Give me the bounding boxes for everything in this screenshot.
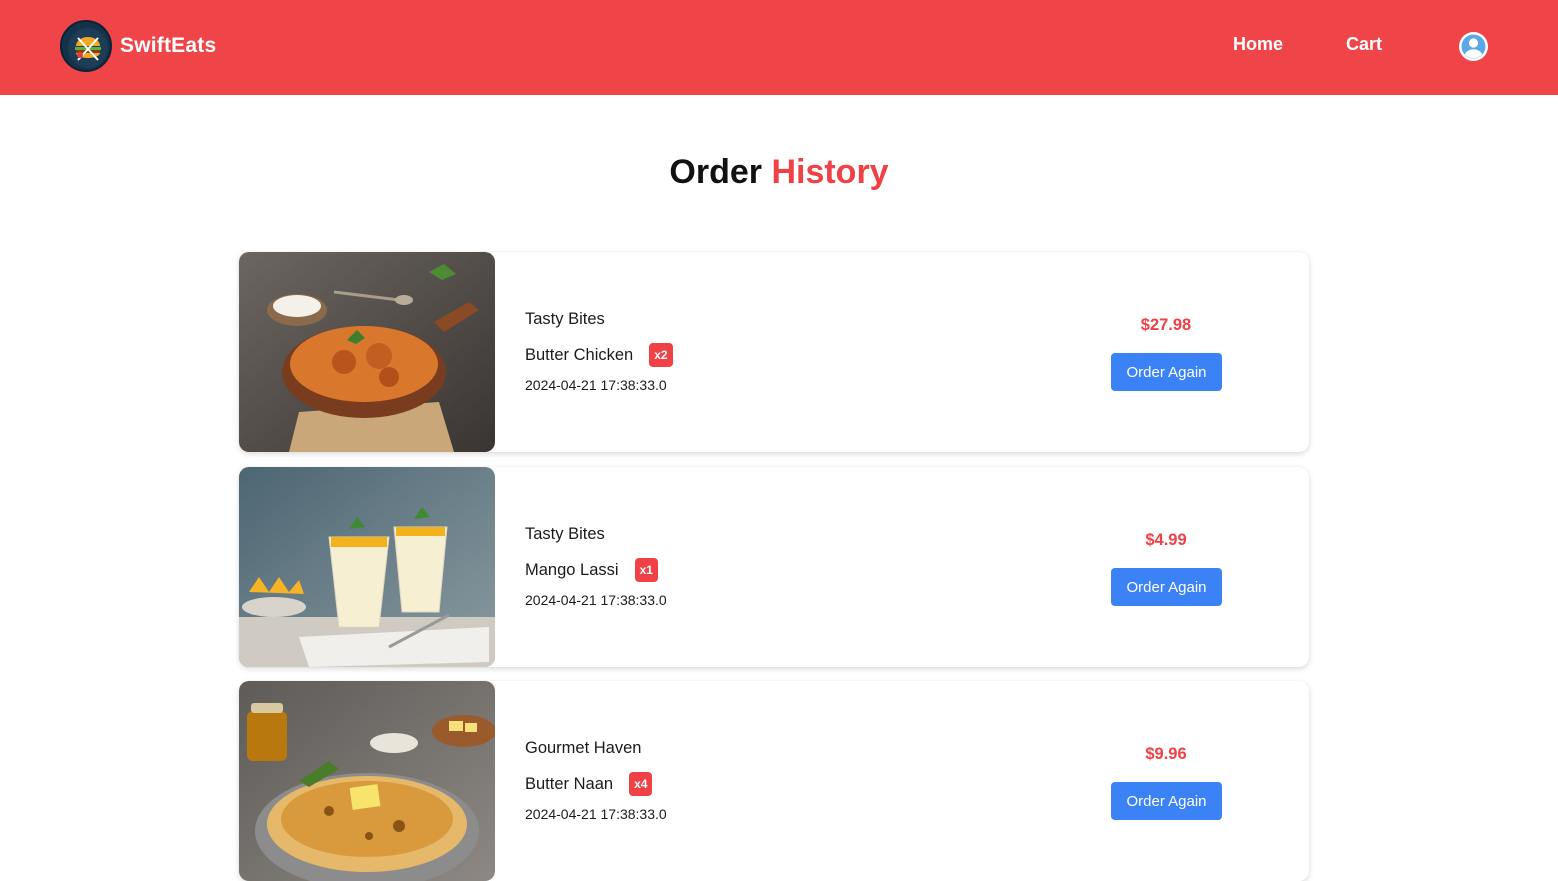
burger-logo-icon — [60, 20, 112, 72]
order-info: Tasty Bites Butter Chicken x2 2024-04-21… — [525, 310, 673, 393]
butter-chicken-photo — [239, 252, 495, 452]
nav-cart-link[interactable]: Cart — [1346, 34, 1382, 55]
user-avatar-icon[interactable] — [1458, 31, 1489, 62]
order-card: Gourmet Haven Butter Naan x4 2024-04-21 … — [239, 681, 1309, 881]
page-title-accent: History — [771, 153, 889, 191]
quantity-badge: x4 — [629, 772, 653, 796]
order-info: Gourmet Haven Butter Naan x4 2024-04-21 … — [525, 739, 667, 822]
brand-link[interactable]: SwiftEats — [60, 20, 216, 72]
item-name: Butter Naan — [525, 774, 614, 793]
top-navbar: SwiftEats Home Cart — [0, 0, 1558, 95]
quantity-badge: x2 — [649, 343, 673, 367]
brand-name: SwiftEats — [120, 34, 217, 57]
quantity-badge: x1 — [634, 558, 658, 582]
restaurant-name: Tasty Bites — [525, 310, 605, 328]
order-date: 2024-04-21 17:38:33.0 — [525, 592, 667, 608]
order-price: $9.96 — [1145, 745, 1187, 763]
item-name: Butter Chicken — [525, 345, 634, 364]
order-card: Tasty Bites Butter Chicken x2 2024-04-21… — [239, 252, 1309, 452]
order-again-button[interactable]: Order Again — [1111, 353, 1222, 391]
butter-naan-photo — [239, 681, 495, 881]
order-date: 2024-04-21 17:38:33.0 — [525, 377, 667, 393]
order-card: Tasty Bites Mango Lassi x1 2024-04-21 17… — [239, 467, 1309, 667]
order-again-button[interactable]: Order Again — [1111, 782, 1222, 820]
restaurant-name: Gourmet Haven — [525, 739, 642, 757]
page-title: Order History — [0, 153, 1558, 192]
order-info: Tasty Bites Mango Lassi x1 2024-04-21 17… — [525, 525, 667, 608]
nav-home-link[interactable]: Home — [1233, 34, 1283, 55]
mango-lassi-photo — [239, 467, 495, 667]
order-price: $4.99 — [1145, 531, 1187, 549]
restaurant-name: Tasty Bites — [525, 525, 605, 543]
order-date: 2024-04-21 17:38:33.0 — [525, 806, 667, 822]
item-name: Mango Lassi — [525, 560, 619, 579]
order-again-button[interactable]: Order Again — [1111, 568, 1222, 606]
order-price: $27.98 — [1140, 316, 1192, 334]
page-title-main: Order — [669, 153, 772, 191]
